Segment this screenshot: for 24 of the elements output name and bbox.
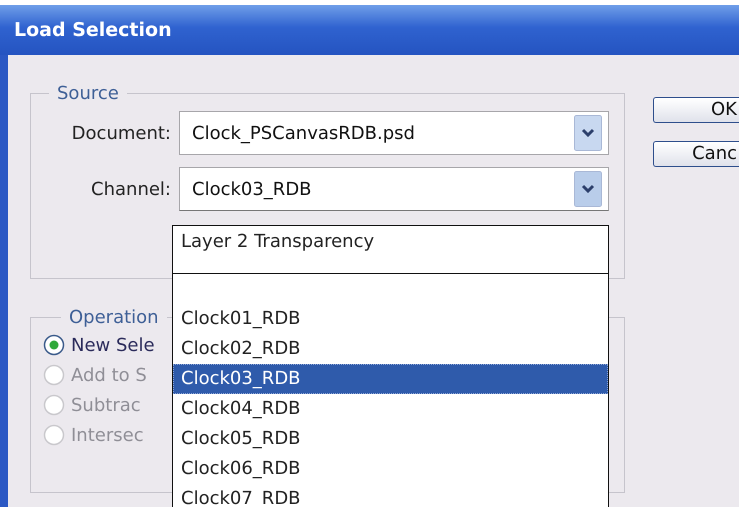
radio-label: Intersec [71, 424, 144, 446]
dropdown-field[interactable]: Clock03_RDB [179, 167, 609, 211]
list-item[interactable]: Clock07_RDB [173, 484, 608, 507]
list-item[interactable]: Clock02_RDB [173, 334, 608, 364]
radio-button[interactable] [43, 334, 65, 356]
list-item[interactable]: Clock06_RDB [173, 454, 608, 484]
chevron-down-icon[interactable] [574, 171, 602, 207]
dialog-button[interactable]: Canc [653, 141, 739, 167]
list-item[interactable]: Clock03_RDB [173, 364, 608, 394]
group-legend: Operation [61, 307, 167, 328]
dialog-button[interactable]: OK [653, 97, 739, 123]
field-label: Document: [70, 122, 172, 144]
radio-label: Add to S [71, 364, 147, 386]
list-item[interactable]: Layer 2 Transparency [173, 226, 608, 258]
list-item[interactable]: Clock04_RDB [173, 394, 608, 424]
list-item[interactable]: Clock05_RDB [173, 424, 608, 454]
group-legend: Source [49, 83, 127, 104]
dropdown-field[interactable]: Clock_PSCanvasRDB.psd [179, 111, 609, 155]
field-label: Channel: [90, 178, 172, 200]
radio-label: New Sele [71, 334, 155, 356]
radio-label: Subtrac [71, 394, 141, 416]
chevron-down-icon[interactable] [574, 115, 602, 151]
list-item[interactable]: Clock01_RDB [173, 304, 608, 334]
window-title: Load Selection [0, 5, 739, 55]
